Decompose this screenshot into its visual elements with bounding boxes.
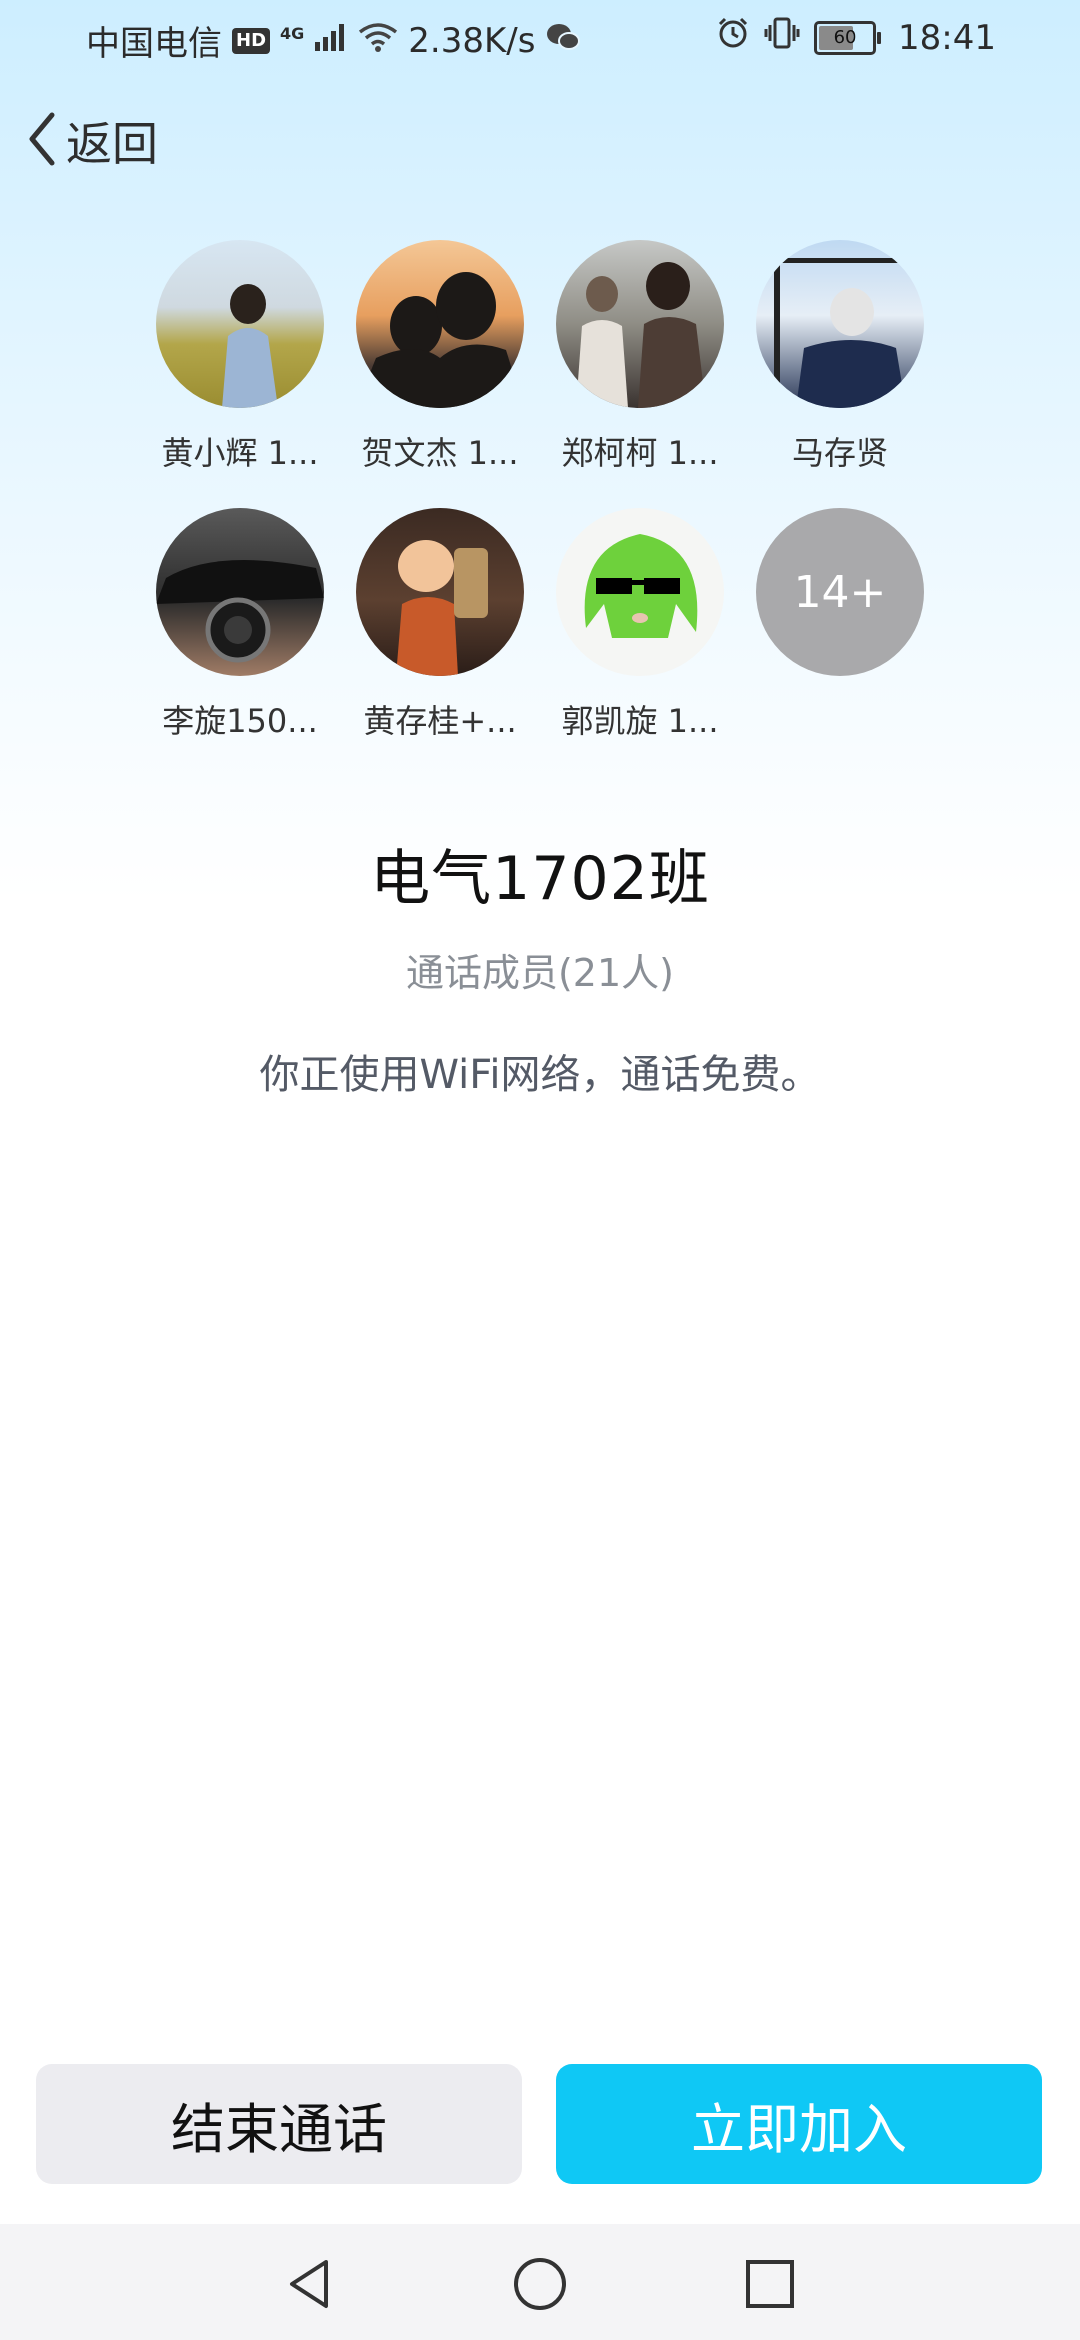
group-title: 电气1702班 [370, 844, 710, 914]
nav-home-icon[interactable] [510, 2254, 570, 2314]
member-name: 李旋150... [162, 702, 318, 740]
system-nav-bar [0, 2224, 1080, 2340]
member-item[interactable]: 贺文杰 1... [340, 240, 540, 474]
avatar [556, 508, 724, 676]
member-item[interactable]: 李旋150... [140, 508, 340, 742]
end-call-button[interactable]: 结束通话 [36, 2064, 522, 2184]
chevron-left-icon [22, 109, 62, 173]
network-speed: 2.38K/s [408, 20, 536, 61]
more-members-count: 14+ [756, 508, 924, 676]
avatar [556, 240, 724, 408]
avatar [156, 240, 324, 408]
member-name: 黄小辉 1... [161, 434, 319, 472]
back-button[interactable]: 返回 [22, 108, 158, 174]
network-type: 4G [280, 24, 305, 43]
avatar [156, 508, 324, 676]
wechat-icon [545, 21, 581, 61]
member-name: 马存贤 [791, 434, 888, 472]
member-item[interactable]: 马存贤 [740, 240, 940, 474]
wifi-icon [358, 21, 398, 61]
member-name: 黄存桂+... [363, 702, 517, 740]
avatar [356, 508, 524, 676]
avatar [356, 240, 524, 408]
member-item[interactable]: 郑柯柯 1... [540, 240, 740, 474]
nav-recents-icon[interactable] [740, 2254, 800, 2314]
alarm-icon [716, 16, 750, 59]
member-count: 通话成员(21人) [405, 951, 674, 995]
member-item[interactable]: 黄存桂+... [340, 508, 540, 742]
more-members-button[interactable]: 14+ [740, 508, 940, 676]
carrier-label: 中国电信 [86, 24, 222, 64]
avatar [756, 240, 924, 408]
back-label: 返回 [66, 117, 158, 171]
member-item[interactable]: 郭凯旋 1... [540, 508, 740, 742]
member-name: 郭凯旋 1... [561, 702, 719, 740]
battery-level: 60 [833, 26, 857, 48]
member-name: 贺文杰 1... [361, 434, 519, 472]
status-bar: 中国电信 HD 4G 2.38K/s 60 18:41 [0, 0, 1080, 80]
nav-back-icon[interactable] [280, 2254, 340, 2314]
join-now-button[interactable]: 立即加入 [556, 2064, 1042, 2184]
wifi-note: 你正使用WiFi网络，通话免费。 [259, 1052, 821, 1098]
battery-icon: 60 [814, 20, 882, 55]
clock-time: 18:41 [898, 17, 996, 58]
hd-badge: HD [232, 27, 271, 54]
member-name: 郑柯柯 1... [561, 434, 719, 472]
member-item[interactable]: 黄小辉 1... [140, 240, 340, 474]
vibrate-icon [764, 16, 800, 59]
signal-icon [314, 21, 348, 61]
